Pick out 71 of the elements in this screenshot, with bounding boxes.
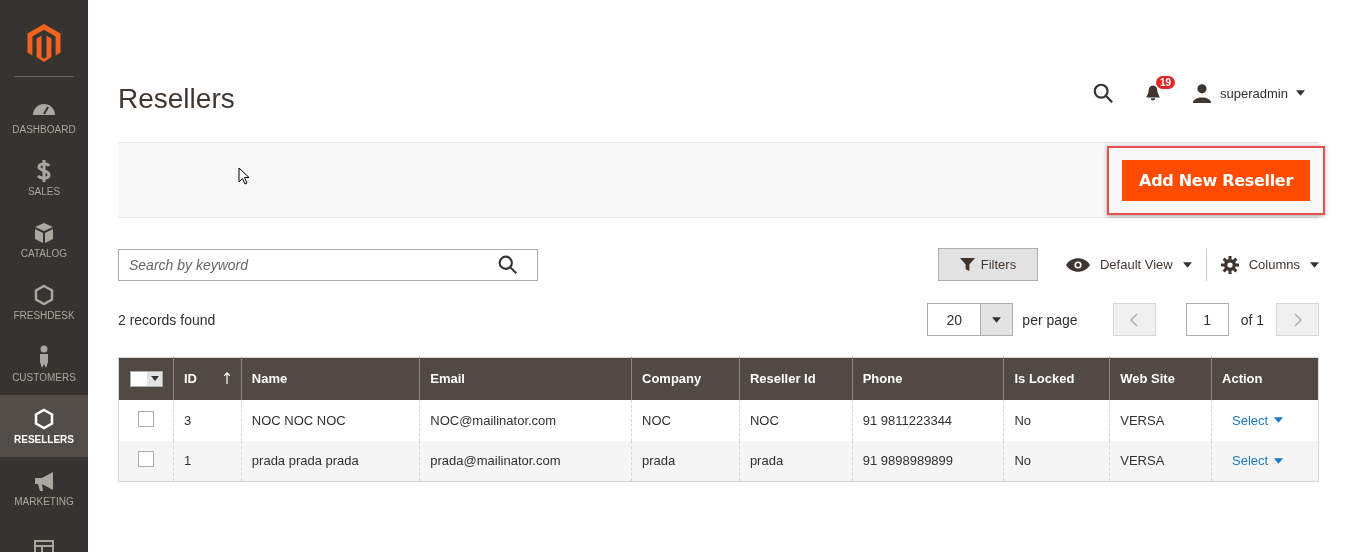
box-icon bbox=[32, 221, 56, 245]
per-page-select[interactable]: 20 bbox=[927, 303, 1014, 336]
sidebar-item[interactable]: DASHBOARD bbox=[0, 85, 88, 147]
sidebar-item[interactable]: CUSTOMERS bbox=[0, 333, 88, 395]
records-count: 2 records found bbox=[118, 311, 216, 328]
view-dropdown[interactable]: Default View bbox=[1099, 257, 1173, 272]
search-icon[interactable] bbox=[1092, 82, 1115, 104]
column-header[interactable]: Reseller Id bbox=[739, 357, 853, 400]
caret-icon bbox=[992, 316, 1002, 323]
filters-button[interactable]: Filters bbox=[937, 248, 1038, 281]
table-cell: 3 bbox=[173, 399, 242, 441]
table-cell: prada@mailinator.com bbox=[419, 440, 632, 482]
caret-icon bbox=[1274, 457, 1284, 464]
caret-icon bbox=[150, 376, 159, 382]
table-cell: NOC bbox=[631, 399, 740, 441]
columns-dropdown[interactable]: Columns bbox=[1248, 257, 1300, 272]
table-cell: No bbox=[1003, 440, 1110, 482]
column-header[interactable]: Name bbox=[241, 357, 420, 400]
table-cell: NOC@mailinator.com bbox=[419, 399, 632, 441]
caret-icon[interactable] bbox=[1182, 261, 1192, 268]
per-page-label: per page bbox=[1022, 311, 1078, 328]
table-cell: prada bbox=[631, 440, 740, 482]
bell-icon[interactable] bbox=[1144, 84, 1163, 102]
search-field[interactable]: Search by keyword bbox=[118, 248, 538, 281]
table-cell: prada bbox=[739, 440, 853, 482]
page-field[interactable]: 1 bbox=[1185, 303, 1229, 336]
table-cell: 91 9811223344 bbox=[852, 399, 1004, 441]
sidebar-item[interactable]: FRESHDESK bbox=[0, 271, 88, 333]
column-header[interactable]: ID bbox=[173, 357, 242, 400]
sort-arrow-icon bbox=[222, 372, 231, 385]
logo-icon[interactable] bbox=[27, 24, 61, 62]
table-cell: VERSA bbox=[1109, 440, 1212, 482]
sidebar-item[interactable]: SALES bbox=[0, 147, 88, 209]
sidebar-item[interactable]: RESELLERS bbox=[0, 395, 88, 457]
megaphone-icon bbox=[32, 469, 56, 493]
filter-icon bbox=[959, 257, 975, 272]
table-cell: 91 9898989899 bbox=[852, 440, 1004, 482]
mass-select-checkbox[interactable] bbox=[130, 370, 163, 387]
notification-count: 19 bbox=[1156, 76, 1176, 89]
sidebar-item[interactable]: MARKETING bbox=[0, 457, 88, 519]
gear-icon bbox=[1220, 255, 1239, 274]
chevron-right-icon bbox=[1293, 312, 1302, 327]
sidebar-item[interactable]: CATALOG bbox=[0, 209, 88, 271]
caret-icon[interactable] bbox=[1310, 261, 1319, 268]
eye-icon bbox=[1065, 257, 1090, 272]
table-cell: No bbox=[1003, 399, 1110, 441]
caret-icon bbox=[1274, 417, 1284, 423]
table-cell: prada prada prada bbox=[241, 440, 420, 482]
chevron-left-icon bbox=[1130, 312, 1139, 327]
row-checkbox[interactable] bbox=[138, 451, 154, 468]
hexagon-icon bbox=[32, 283, 56, 307]
cursor-icon bbox=[238, 167, 250, 185]
column-header[interactable]: Company bbox=[631, 357, 740, 400]
column-header[interactable]: Email bbox=[419, 357, 632, 400]
table-cell: NOC bbox=[739, 399, 853, 441]
user-name[interactable]: superadmin bbox=[1220, 85, 1288, 101]
column-header[interactable]: Is Locked bbox=[1003, 357, 1110, 400]
table-cell: 1 bbox=[173, 440, 242, 482]
table-cell: NOC NOC NOC bbox=[241, 399, 420, 441]
user-icon bbox=[1192, 83, 1213, 103]
hexagon-icon bbox=[32, 407, 56, 431]
column-header[interactable]: Phone bbox=[852, 357, 1004, 400]
select-action-link[interactable]: Select bbox=[1222, 412, 1284, 428]
search-icon[interactable] bbox=[497, 253, 518, 275]
page-total: of 1 bbox=[1240, 311, 1264, 328]
table-cell: VERSA bbox=[1109, 399, 1212, 441]
column-header[interactable]: Action bbox=[1211, 357, 1319, 400]
row-checkbox[interactable] bbox=[138, 410, 154, 427]
column-header[interactable]: Web Site bbox=[1109, 357, 1212, 400]
caret-icon[interactable] bbox=[1296, 90, 1305, 96]
page-title: Resellers bbox=[118, 83, 235, 115]
